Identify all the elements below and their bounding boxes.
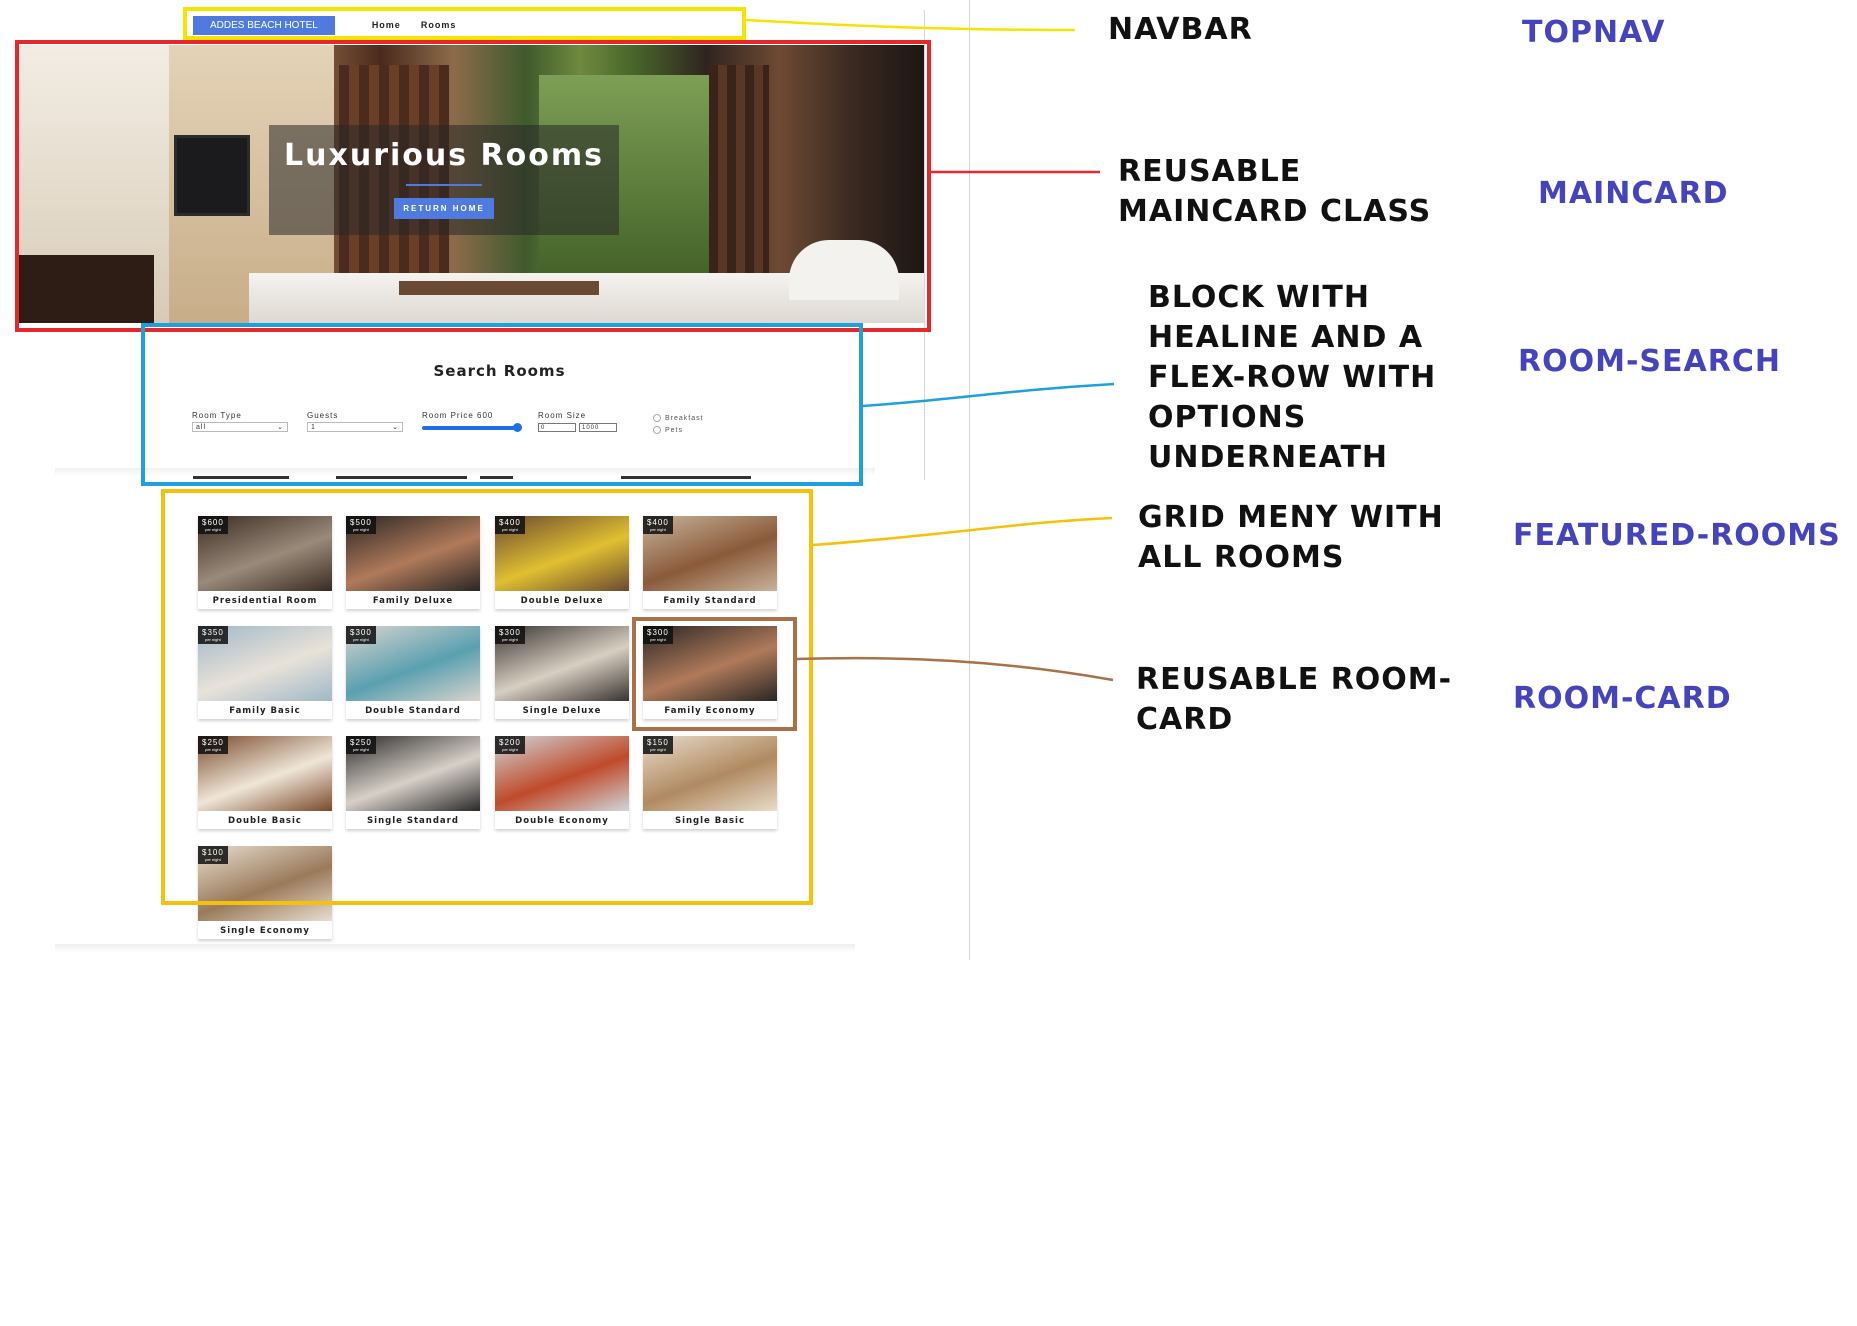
annotation-text: NAVBAR	[1108, 12, 1253, 47]
annotation-line: UNDERNEATH	[1148, 440, 1389, 475]
annotation-line: OPTIONS	[1148, 400, 1307, 435]
annotation-line: REUSABLE ROOM-	[1136, 662, 1453, 697]
featured-connector	[812, 516, 1113, 547]
annotation-navbar: NAVBAR	[1108, 10, 1253, 50]
annotation-line: GRID MENY WITH	[1138, 500, 1444, 535]
annotation-line: REUSABLE	[1118, 154, 1302, 189]
annotation-line: FLEX-ROW WITH	[1148, 360, 1437, 395]
tag-room-card: ROOM-CARD	[1513, 681, 1732, 716]
tag-topnav: TOPNAV	[1522, 15, 1666, 50]
tag-maincard: MAINCARD	[1538, 176, 1729, 211]
annotation-maincard: REUSABLE MAINCARD CLASS	[1118, 152, 1431, 232]
annotation-line: BLOCK WITH	[1148, 280, 1370, 315]
annotation-featured-rooms: GRID MENY WITH ALL ROOMS	[1138, 498, 1444, 578]
navbar-connector	[745, 18, 1076, 32]
room-card-connector	[796, 656, 1114, 682]
annotation-room-card: REUSABLE ROOM- CARD	[1136, 660, 1452, 740]
tag-room-search: ROOM-SEARCH	[1518, 344, 1781, 379]
annotation-room-search: BLOCK WITH HEALINE AND A FLEX-ROW WITH O…	[1148, 278, 1436, 478]
annotation-line: MAINCARD CLASS	[1118, 194, 1432, 229]
search-connector	[862, 382, 1115, 408]
annotation-line: HEALINE AND A	[1148, 320, 1424, 355]
annotation-line: CARD	[1136, 702, 1234, 737]
annotation-line: ALL ROOMS	[1138, 540, 1345, 575]
tag-featured-rooms: FEATURED-ROOMS	[1513, 518, 1841, 553]
